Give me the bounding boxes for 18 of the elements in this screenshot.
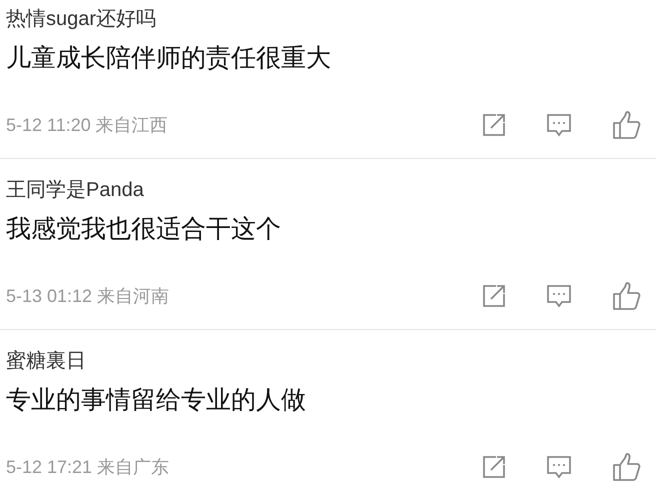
share-icon[interactable]: [482, 455, 506, 479]
comment-meta: 5-13 01:12 来自河南: [6, 285, 170, 308]
share-icon[interactable]: [482, 113, 506, 137]
comment-icon[interactable]: [546, 283, 572, 309]
comment-author: 蜜糖裏日: [6, 349, 86, 374]
comment-author: 热情sugar还好吗: [6, 7, 156, 32]
comment-icon[interactable]: [546, 454, 572, 480]
comment-meta: 5-12 17:21 来自广东: [6, 456, 170, 479]
like-icon[interactable]: [612, 110, 642, 140]
comment-author: 王同学是Panda: [6, 178, 144, 203]
comment-icon[interactable]: [546, 112, 572, 138]
comment-text: 儿童成长陪伴师的责任很重大: [6, 43, 331, 74]
comment-text: 专业的事情留给专业的人做: [6, 385, 306, 416]
comment-text: 我感觉我也很适合干这个: [6, 214, 281, 245]
comment-meta: 5-12 11:20 来自江西: [6, 114, 168, 137]
like-icon[interactable]: [612, 281, 642, 311]
like-icon[interactable]: [612, 452, 642, 482]
share-icon[interactable]: [482, 284, 506, 308]
